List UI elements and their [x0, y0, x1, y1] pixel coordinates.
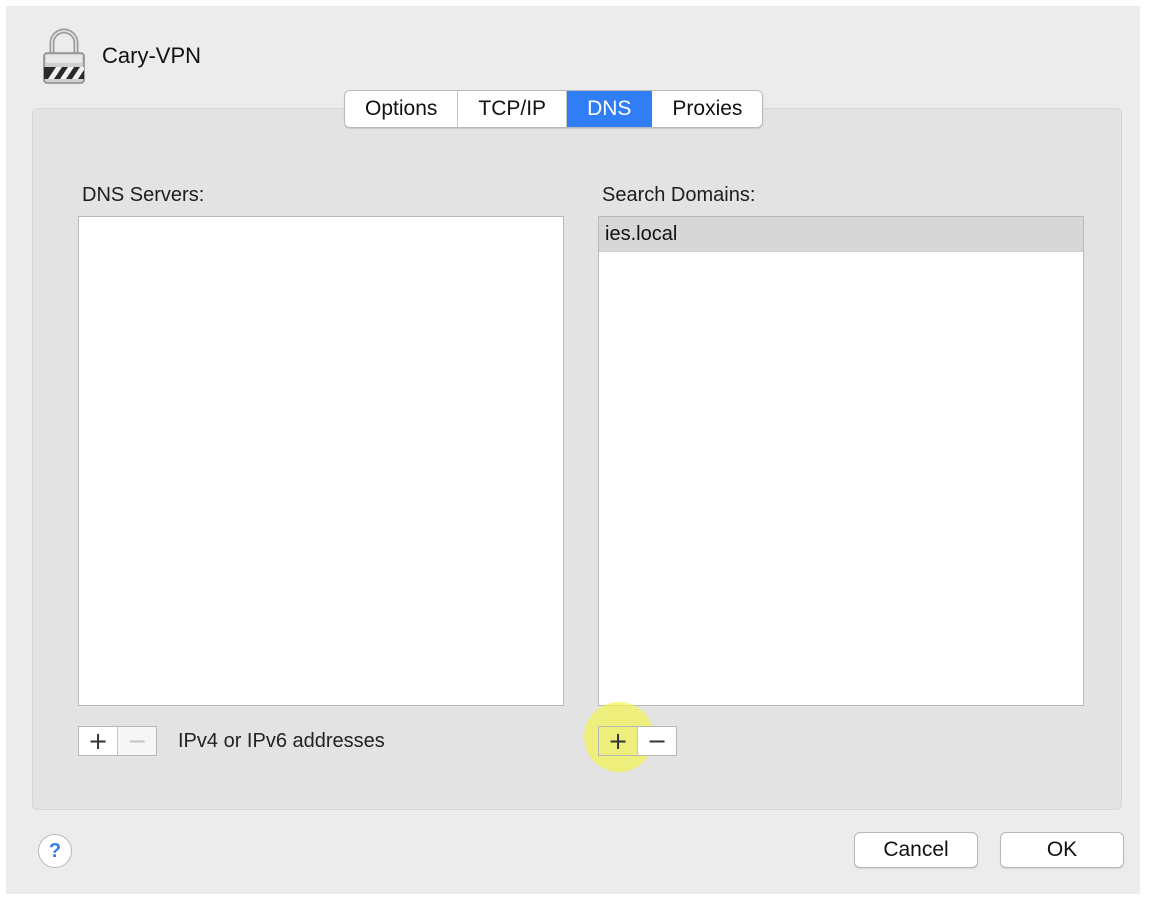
dns-servers-add-remove: + −: [78, 726, 157, 756]
dns-servers-hint: IPv4 or IPv6 addresses: [178, 730, 385, 752]
dns-servers-list[interactable]: [78, 216, 564, 706]
search-domain-add-button[interactable]: +: [599, 727, 637, 755]
dns-server-add-button[interactable]: +: [79, 727, 117, 755]
tab-proxies[interactable]: Proxies: [652, 91, 763, 127]
window-title: Cary-VPN: [102, 43, 202, 68]
tab-options[interactable]: Options: [345, 91, 459, 127]
dns-server-remove-button[interactable]: −: [117, 727, 156, 755]
tab-tcp-ip[interactable]: TCP/IP: [458, 91, 568, 127]
cancel-button[interactable]: Cancel: [854, 832, 978, 868]
search-domain-remove-button[interactable]: −: [637, 727, 676, 755]
tab-bar: Options TCP/IP DNS Proxies: [344, 90, 764, 128]
ok-button[interactable]: OK: [1000, 832, 1124, 868]
help-button[interactable]: ?: [38, 834, 72, 868]
dns-servers-label: DNS Servers:: [82, 184, 205, 206]
search-domains-list[interactable]: ies.local: [598, 216, 1084, 706]
search-domains-add-remove: + −: [598, 726, 677, 756]
list-item[interactable]: ies.local: [599, 217, 1083, 252]
search-domains-label: Search Domains:: [602, 184, 756, 206]
tab-dns[interactable]: DNS: [567, 91, 653, 127]
header: Cary-VPN: [40, 26, 201, 86]
lock-icon: [43, 28, 85, 84]
